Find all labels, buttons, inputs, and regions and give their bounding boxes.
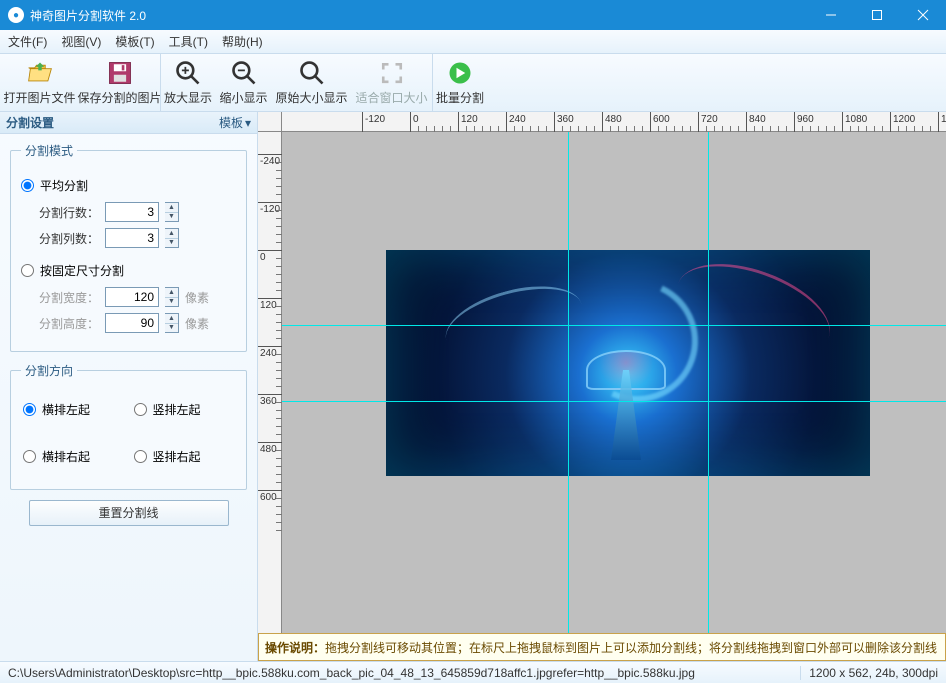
height-spinner[interactable]: ▲▼ xyxy=(165,313,179,333)
menu-help[interactable]: 帮助(H) xyxy=(222,33,263,50)
height-input[interactable]: 90 xyxy=(105,313,159,333)
dir-hl-radio[interactable] xyxy=(23,403,36,416)
viewport[interactable] xyxy=(282,132,946,633)
toolbar: 打开图片文件 保存分割的图片 放大显示 缩小显示 原始大小显示 适合窗口大小 批… xyxy=(0,54,946,112)
hint-bar: 操作说明： 拖拽分割线可移动其位置；在标尺上拖拽鼠标到图片上可以添加分割线；将分… xyxy=(258,633,946,661)
height-unit: 像素 xyxy=(185,315,209,332)
menu-tools[interactable]: 工具(T) xyxy=(169,33,208,50)
side-panel-title: 分割设置 xyxy=(6,114,54,131)
dir-vl-radio[interactable] xyxy=(134,403,147,416)
batch-split-button[interactable]: 批量分割 xyxy=(432,54,488,111)
actual-size-button[interactable]: 原始大小显示 xyxy=(272,54,352,111)
actual-size-icon xyxy=(298,59,326,87)
split-line-v2[interactable] xyxy=(708,132,709,633)
avg-split-label: 平均分割 xyxy=(40,177,88,194)
fit-window-button[interactable]: 适合窗口大小 xyxy=(352,54,432,111)
split-direction-legend: 分割方向 xyxy=(21,362,77,379)
close-button[interactable] xyxy=(900,0,946,30)
rows-input[interactable]: 3 xyxy=(105,202,159,222)
fit-window-icon xyxy=(378,59,406,87)
ruler-horizontal[interactable]: -120012024036048060072084096010801200132… xyxy=(282,112,946,132)
rows-label: 分割行数： xyxy=(39,204,99,221)
width-label: 分割宽度： xyxy=(39,289,99,306)
zoom-in-icon xyxy=(174,59,202,87)
fit-window-label: 适合窗口大小 xyxy=(355,89,427,106)
dir-vr-label: 竖排右起 xyxy=(153,448,201,465)
width-unit: 像素 xyxy=(185,289,209,306)
minimize-button[interactable] xyxy=(808,0,854,30)
ruler-corner xyxy=(258,112,282,132)
avg-split-radio[interactable] xyxy=(21,179,34,192)
status-info: 1200 x 562, 24b, 300dpi xyxy=(809,666,938,680)
folder-open-icon xyxy=(26,59,54,87)
cols-label: 分割列数： xyxy=(39,230,99,247)
status-path: C:\Users\Administrator\Desktop\src=http_… xyxy=(8,666,792,680)
zoom-out-icon xyxy=(230,59,258,87)
ruler-vertical[interactable]: -240-1200120240360480600 xyxy=(258,132,282,633)
open-file-label: 打开图片文件 xyxy=(3,89,75,106)
zoom-in-button[interactable]: 放大显示 xyxy=(160,54,216,111)
reset-lines-button[interactable]: 重置分割线 xyxy=(29,500,229,526)
split-mode-group: 分割模式 平均分割 分割行数： 3 ▲▼ 分割列数： 3 ▲▼ 按固定 xyxy=(10,142,247,352)
dir-vr-radio[interactable] xyxy=(134,450,147,463)
hint-label: 操作说明： xyxy=(265,639,325,656)
zoom-out-button[interactable]: 缩小显示 xyxy=(216,54,272,111)
save-split-button[interactable]: 保存分割的图片 xyxy=(80,54,160,111)
save-split-label: 保存分割的图片 xyxy=(78,89,162,106)
side-panel: 分割设置 模板 ▾ 分割模式 平均分割 分割行数： 3 ▲▼ 分 xyxy=(0,112,258,661)
zoom-out-label: 缩小显示 xyxy=(219,89,267,106)
window-title: 神奇图片分割软件 2.0 xyxy=(30,7,808,24)
open-file-button[interactable]: 打开图片文件 xyxy=(0,54,80,111)
fixed-split-label: 按固定尺寸分割 xyxy=(40,262,124,279)
menu-template[interactable]: 模板(T) xyxy=(115,33,154,50)
menu-view[interactable]: 视图(V) xyxy=(61,33,101,50)
dir-vl-label: 竖排左起 xyxy=(153,401,201,418)
hint-text: 拖拽分割线可移动其位置；在标尺上拖拽鼠标到图片上可以添加分割线；将分割线拖拽到窗… xyxy=(325,639,937,656)
zoom-in-label: 放大显示 xyxy=(164,89,212,106)
dir-hr-label: 横排右起 xyxy=(42,448,90,465)
app-icon: ● xyxy=(8,7,24,23)
title-bar: ● 神奇图片分割软件 2.0 xyxy=(0,0,946,30)
split-direction-group: 分割方向 横排左起 竖排左起 横排右起 竖排右起 xyxy=(10,362,247,490)
cols-spinner[interactable]: ▲▼ xyxy=(165,228,179,248)
batch-icon xyxy=(446,59,474,87)
split-line-h1[interactable] xyxy=(282,325,946,326)
split-line-v1[interactable] xyxy=(568,132,569,633)
image-preview[interactable] xyxy=(386,250,870,476)
height-label: 分割高度： xyxy=(39,315,99,332)
save-icon xyxy=(106,59,134,87)
rows-spinner[interactable]: ▲▼ xyxy=(165,202,179,222)
actual-size-label: 原始大小显示 xyxy=(275,89,347,106)
side-panel-header: 分割设置 模板 ▾ xyxy=(0,112,257,134)
canvas-area: -120012024036048060072084096010801200132… xyxy=(258,112,946,661)
status-bar: C:\Users\Administrator\Desktop\src=http_… xyxy=(0,661,946,683)
chevron-down-icon: ▾ xyxy=(245,116,251,130)
split-line-h2[interactable] xyxy=(282,401,946,402)
dir-hr-radio[interactable] xyxy=(23,450,36,463)
fixed-split-radio[interactable] xyxy=(21,264,34,277)
width-spinner[interactable]: ▲▼ xyxy=(165,287,179,307)
cols-input[interactable]: 3 xyxy=(105,228,159,248)
batch-split-label: 批量分割 xyxy=(436,89,484,106)
split-mode-legend: 分割模式 xyxy=(21,142,77,159)
menu-file[interactable]: 文件(F) xyxy=(8,33,47,50)
maximize-button[interactable] xyxy=(854,0,900,30)
menu-bar: 文件(F) 视图(V) 模板(T) 工具(T) 帮助(H) xyxy=(0,30,946,54)
template-dropdown[interactable]: 模板 ▾ xyxy=(219,114,251,131)
width-input[interactable]: 120 xyxy=(105,287,159,307)
dir-hl-label: 横排左起 xyxy=(42,401,90,418)
